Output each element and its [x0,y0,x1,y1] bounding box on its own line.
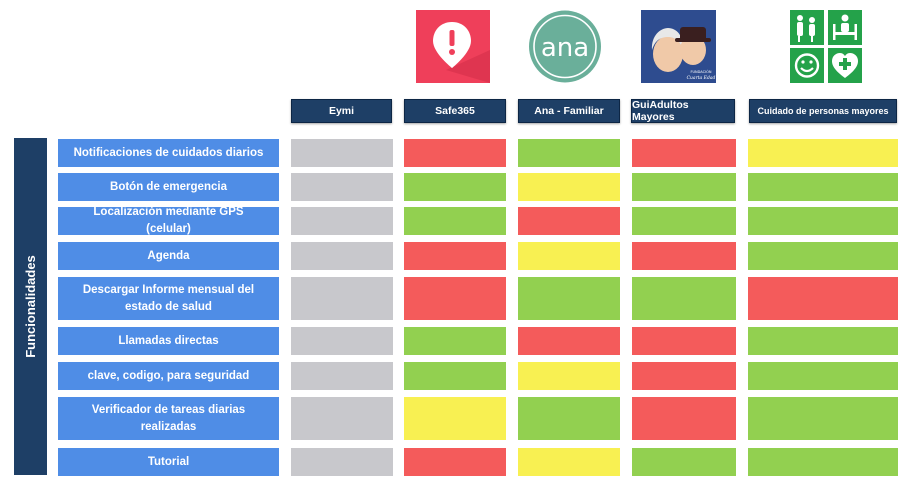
status-cell-cuidado-personas-mayores [748,207,898,235]
status-cell-ana-familiar [518,173,620,201]
row-label-localizacion-gps: Localización mediante GPS (celular) [58,206,279,235]
status-cell-eymi [291,277,393,320]
status-cell-ana-familiar [518,207,620,235]
column-header-cuidado-personas-mayores: Cuidado de personas mayores [749,99,897,123]
cuidado-logo-icon [790,10,862,83]
status-cell-safe365 [404,277,506,320]
status-cell-cuidado-personas-mayores [748,173,898,201]
status-cell-safe365 [404,448,506,476]
status-cell-cuidado-personas-mayores [748,327,898,355]
column-header-ana-familiar: Ana - Familiar [518,99,620,123]
status-cell-eymi [291,242,393,270]
functionalities-side-label: Funcionalidades [14,138,47,475]
guiadultos-logo-text-1: FUNDACIÓN [690,69,711,74]
status-cell-ana-familiar [518,397,620,440]
status-cell-cuidado-personas-mayores [748,362,898,390]
safe365-logo-icon [416,10,490,83]
status-cell-guiadultos-mayores [632,242,736,270]
row-label-agenda: Agenda [58,242,279,270]
status-cell-guiadultos-mayores [632,207,736,235]
status-cell-ana-familiar [518,277,620,320]
status-cell-guiadultos-mayores [632,139,736,167]
status-cell-guiadultos-mayores [632,173,736,201]
functionalities-side-label-text: Funcionalidades [23,255,39,358]
status-cell-guiadultos-mayores [632,448,736,476]
status-cell-eymi [291,173,393,201]
guiadultos-logo-text-2: Cuarta Edad [687,75,716,81]
status-cell-cuidado-personas-mayores [748,139,898,167]
status-cell-ana-familiar [518,327,620,355]
ana-logo-text: ana [541,33,589,63]
status-cell-cuidado-personas-mayores [748,448,898,476]
status-cell-guiadultos-mayores [632,362,736,390]
column-header-eymi: Eymi [291,99,392,123]
status-cell-eymi [291,448,393,476]
column-header-guiadultos-mayores: GuiAdultos Mayores [631,99,735,123]
status-cell-guiadultos-mayores [632,397,736,440]
status-cell-cuidado-personas-mayores [748,277,898,320]
status-cell-guiadultos-mayores [632,327,736,355]
status-cell-safe365 [404,139,506,167]
status-cell-safe365 [404,242,506,270]
guiadultos-logo-icon: FUNDACIÓN Cuarta Edad [641,10,716,83]
row-label-tutorial: Tutorial [58,448,279,476]
status-cell-eymi [291,207,393,235]
status-cell-safe365 [404,397,506,440]
status-cell-safe365 [404,362,506,390]
row-label-boton-emergencia: Botón de emergencia [58,173,279,201]
status-cell-ana-familiar [518,362,620,390]
status-cell-eymi [291,397,393,440]
status-cell-cuidado-personas-mayores [748,397,898,440]
status-cell-safe365 [404,207,506,235]
row-label-clave-seguridad: clave, codigo, para seguridad [58,362,279,390]
status-cell-eymi [291,362,393,390]
status-cell-guiadultos-mayores [632,277,736,320]
status-cell-ana-familiar [518,242,620,270]
status-cell-ana-familiar [518,139,620,167]
status-cell-safe365 [404,173,506,201]
status-cell-eymi [291,327,393,355]
row-label-notificaciones: Notificaciones de cuidados diarios [58,139,279,167]
column-header-safe365: Safe365 [404,99,506,123]
row-label-verificador-tareas: Verificador de tareas diarias realizadas [58,397,279,440]
status-cell-eymi [291,139,393,167]
status-cell-ana-familiar [518,448,620,476]
status-cell-cuidado-personas-mayores [748,242,898,270]
row-label-llamadas-directas: Llamadas directas [58,327,279,355]
ana-logo-icon: ana [527,10,603,83]
row-label-informe-mensual: Descargar Informe mensual del estado de … [58,277,279,320]
status-cell-safe365 [404,327,506,355]
